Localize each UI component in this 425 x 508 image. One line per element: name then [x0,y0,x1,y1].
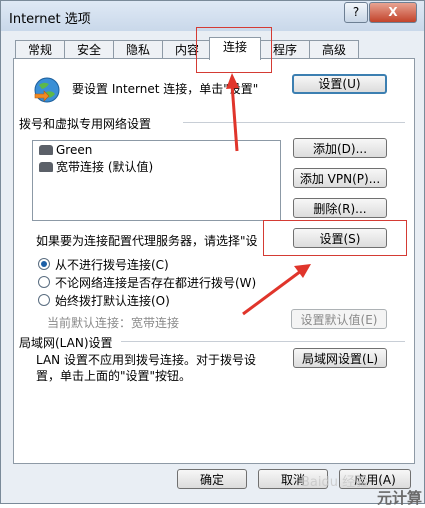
arrow-line [242,269,302,316]
tab-connections[interactable]: 连接 [209,37,261,60]
annotation-arrows [226,73,311,316]
internet-options-window: Internet 选项 ? X 常规 安全 隐私 内容 连接 程序 高级 要设置… [0,0,425,507]
arrow-head [226,73,239,89]
arrow-line [230,83,239,152]
